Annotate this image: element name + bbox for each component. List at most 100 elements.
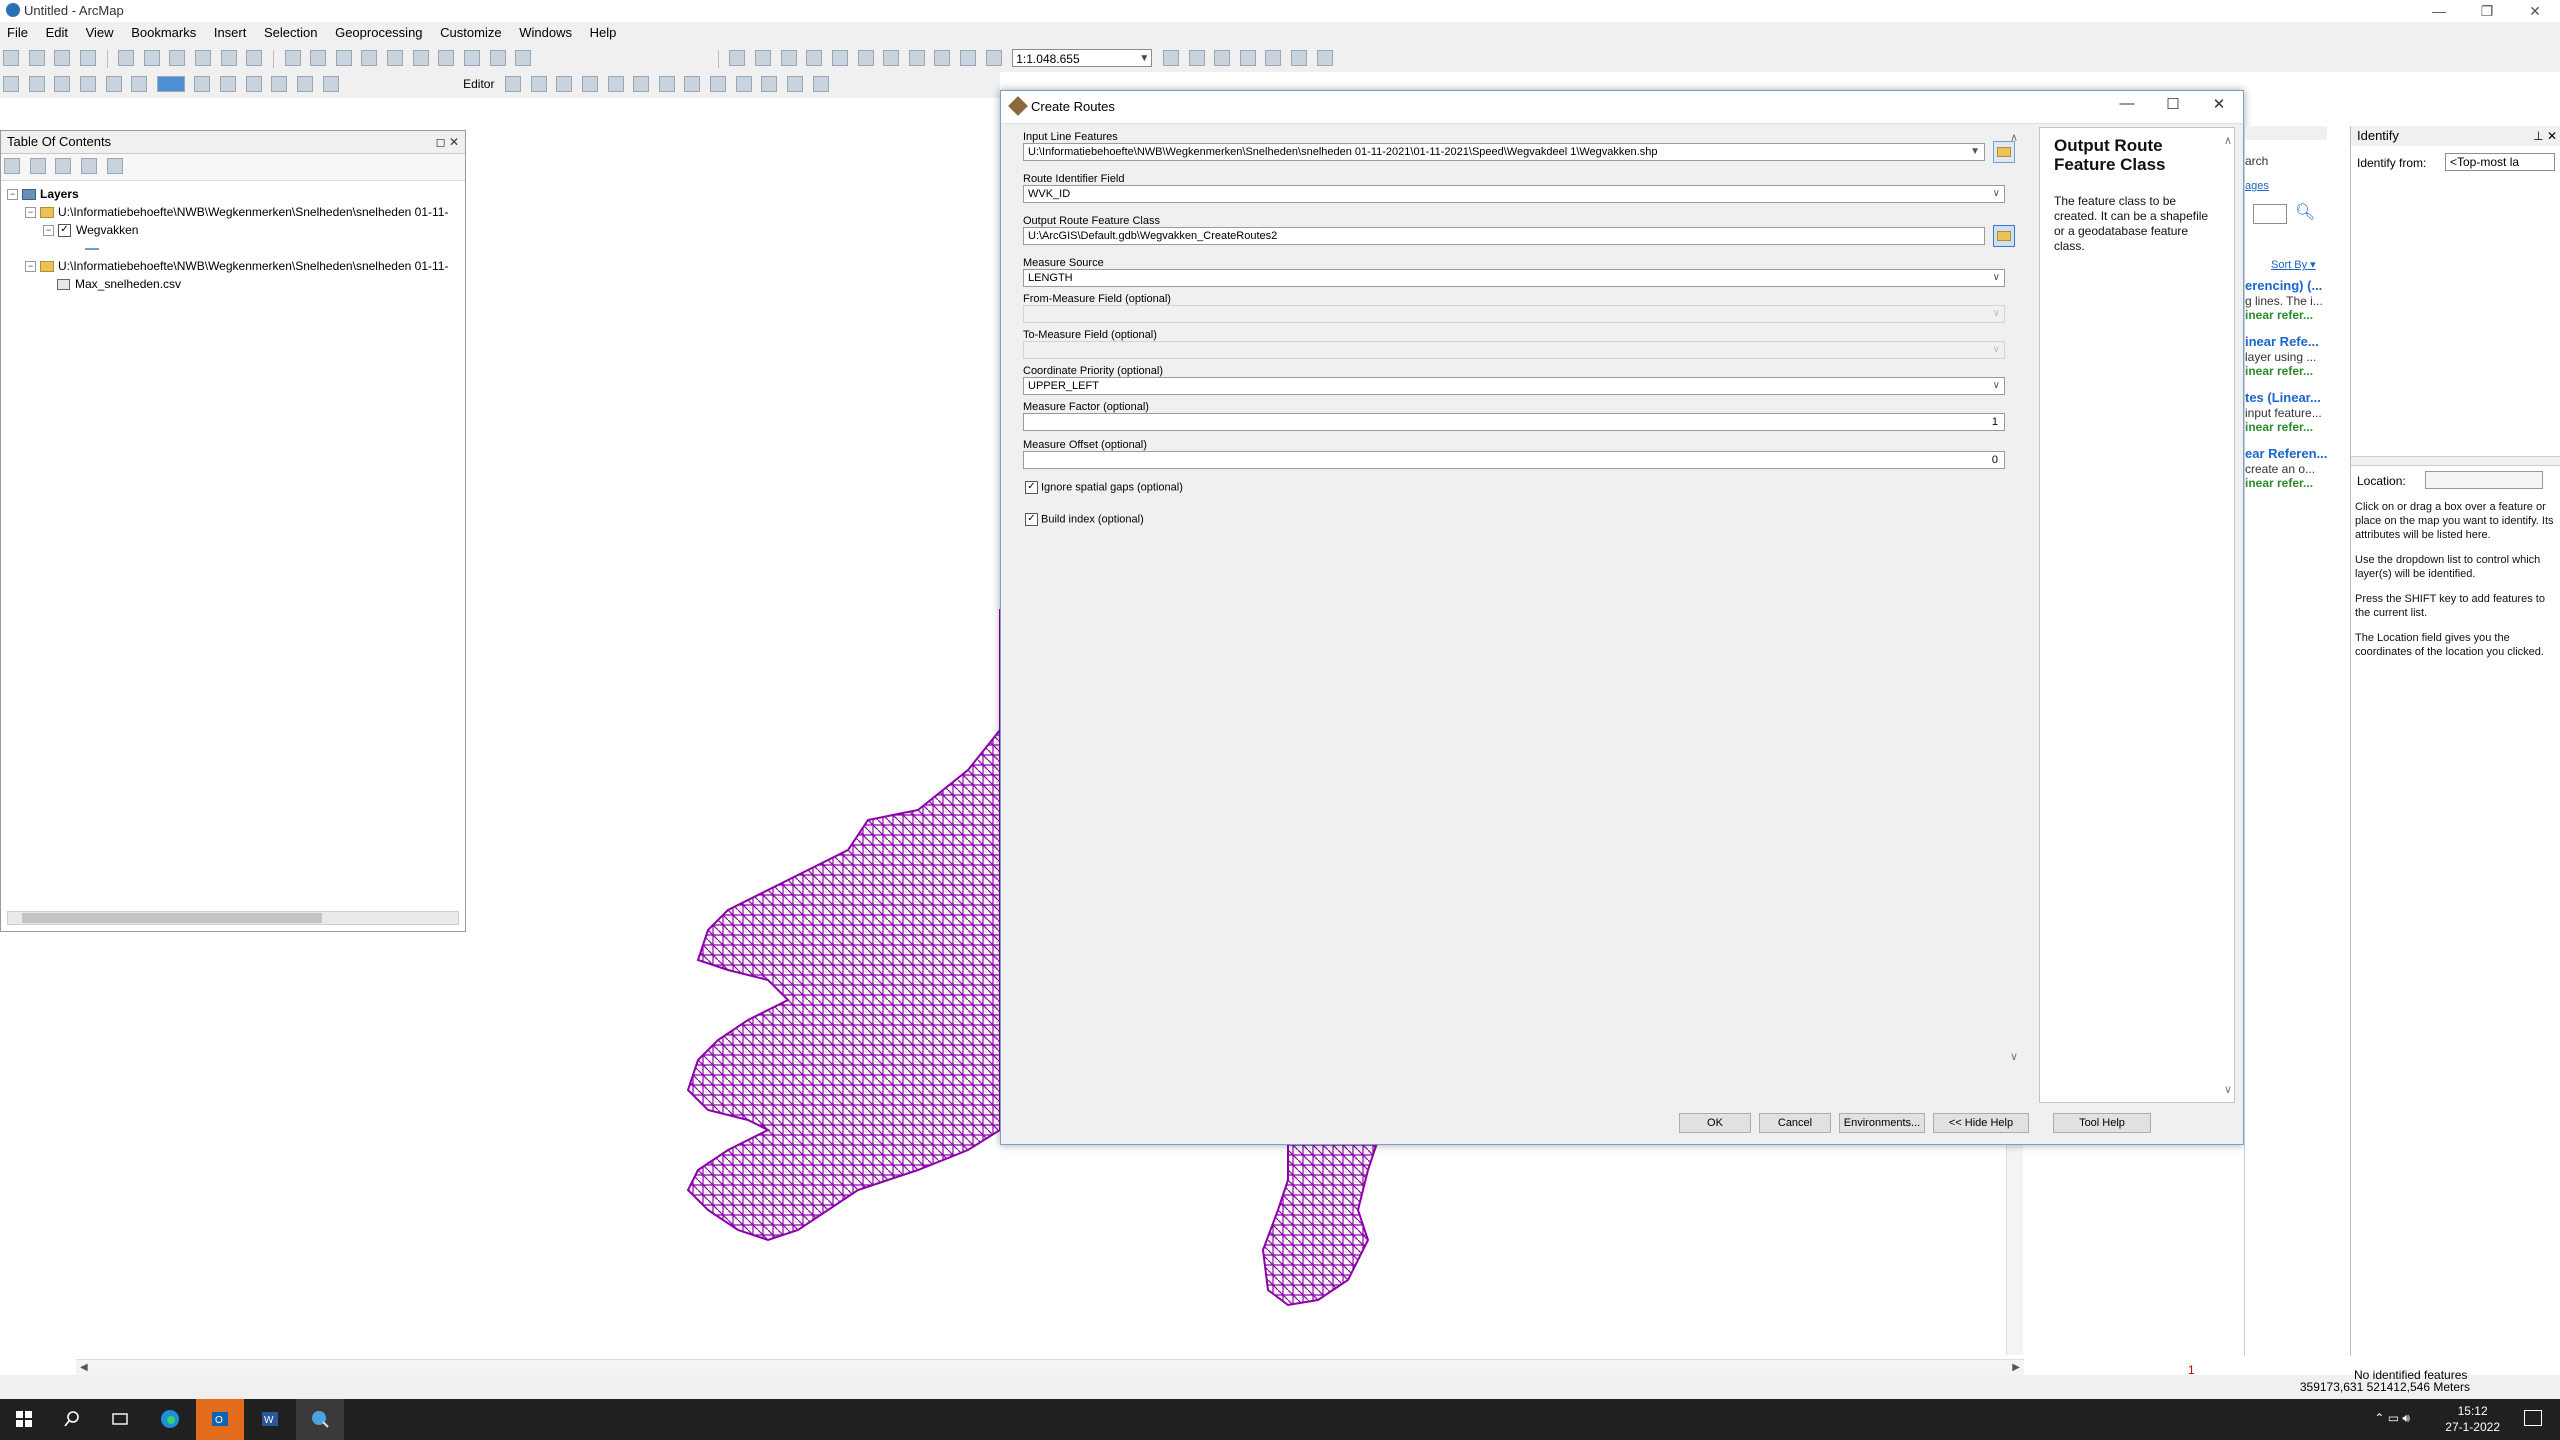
menu-bookmarks[interactable]: Bookmarks [124, 22, 203, 43]
taskbar-edge[interactable] [146, 1399, 194, 1440]
hide-help-button[interactable]: << Hide Help [1933, 1113, 2029, 1133]
layers-root[interactable]: − Layers [7, 185, 459, 203]
taskbar-arcmap[interactable] [296, 1399, 344, 1440]
scroll-up-icon[interactable]: ∧ [2224, 134, 2232, 147]
pan-icon[interactable] [54, 50, 71, 66]
guides-icon[interactable] [322, 76, 339, 92]
system-tray-icons[interactable]: ⌃ ▭ 🔊︎ [2374, 1411, 2410, 1426]
full-extent-icon[interactable] [79, 50, 96, 66]
hyperlink-icon[interactable] [335, 50, 352, 66]
cut-icon[interactable] [831, 50, 848, 66]
add-data-icon[interactable] [985, 50, 1002, 66]
search-link[interactable]: ages [2245, 180, 2327, 192]
measure-offset-input[interactable]: 0 [1023, 451, 2005, 469]
menu-view[interactable]: View [79, 22, 121, 43]
collapse-icon[interactable]: − [43, 225, 54, 237]
search-result-title[interactable]: inear Refe... [2245, 334, 2327, 349]
menu-help[interactable]: Help [583, 22, 624, 43]
to-measure-select[interactable]: ∨ [1023, 341, 2005, 359]
dialog-close-button[interactable]: ✕ [2199, 95, 2239, 113]
undo-icon[interactable] [934, 50, 951, 66]
search-result-title[interactable]: tes (Linear... [2245, 390, 2327, 405]
list-by-source-icon[interactable] [29, 158, 46, 174]
pin-icon[interactable]: ⊥ [2533, 129, 2543, 143]
fixed-zoom-out-icon[interactable] [143, 50, 160, 66]
dialog-minimize-button[interactable]: — [2107, 95, 2147, 112]
environments-button[interactable]: Environments... [1839, 1113, 1925, 1133]
color-picker-icon[interactable] [156, 76, 185, 92]
output-route-input[interactable]: U:\ArcGIS\Default.gdb\Wegvakken_CreateRo… [1023, 227, 1985, 245]
search-window-icon[interactable] [1239, 50, 1256, 66]
reshape-icon[interactable] [684, 76, 701, 92]
menu-file[interactable]: File [0, 22, 35, 43]
collapse-icon[interactable]: − [7, 189, 18, 201]
menu-insert[interactable]: Insert [207, 22, 254, 43]
zoom-out-icon[interactable] [28, 50, 45, 66]
build-index-checkbox[interactable]: ✓ Build index (optional) [1025, 513, 1144, 526]
point-icon[interactable] [633, 76, 650, 92]
catalog-window-icon[interactable] [1214, 50, 1231, 66]
measure-icon[interactable] [387, 50, 403, 66]
select-elements-icon[interactable] [284, 50, 301, 66]
table-item-max-snelheden[interactable]: Max_snelheden.csv [7, 275, 459, 293]
layout-options-icon[interactable] [271, 76, 288, 92]
layout-pan-icon[interactable] [54, 76, 71, 92]
input-line-features-combo[interactable]: U:\Informatiebehoefte\NWB\Wegkenmerken\S… [1023, 143, 1985, 161]
straight-segment-icon[interactable] [556, 76, 573, 92]
ok-button[interactable]: OK [1679, 1113, 1751, 1133]
notification-icon[interactable] [2524, 1410, 2542, 1426]
find-route-icon[interactable] [438, 50, 455, 66]
select-features-icon[interactable] [220, 50, 237, 66]
paste-icon[interactable] [883, 50, 900, 66]
identify-close-icon[interactable]: ✕ [2547, 129, 2557, 143]
focus-data-frame-icon[interactable] [194, 76, 211, 92]
route-identifier-select[interactable]: WVK_ID ∨ [1023, 185, 2005, 203]
task-view-button[interactable] [96, 1399, 144, 1440]
fixed-zoom-in-icon[interactable] [118, 50, 135, 66]
taskbar-outlook[interactable]: O [196, 1399, 244, 1440]
close-button[interactable]: ✕ [2512, 0, 2558, 22]
identify-splitter[interactable] [2351, 456, 2560, 466]
zoom-in-icon[interactable] [3, 50, 19, 66]
taskbar-search-button[interactable] [48, 1399, 96, 1440]
clear-selection-icon[interactable] [246, 50, 263, 66]
attributes-icon[interactable] [786, 76, 803, 92]
toc-close-icon[interactable]: ✕ [449, 135, 459, 149]
trace-icon[interactable] [607, 76, 624, 92]
change-layout-icon[interactable] [220, 76, 236, 92]
menu-geoprocessing[interactable]: Geoprocessing [328, 22, 429, 43]
python-window-icon[interactable] [1291, 50, 1307, 66]
zoom-whole-page-icon[interactable] [79, 76, 96, 92]
measure-factor-input[interactable]: 1 [1023, 413, 2005, 431]
from-measure-select[interactable]: ∨ [1023, 305, 2005, 323]
model-builder-icon[interactable] [1316, 50, 1333, 66]
start-button[interactable] [0, 1399, 48, 1440]
edit-vertices-icon[interactable] [658, 76, 675, 92]
identify-icon[interactable] [310, 50, 327, 66]
collapse-icon[interactable]: − [25, 207, 36, 219]
html-popup-icon[interactable] [361, 50, 378, 66]
menu-customize[interactable]: Customize [433, 22, 508, 43]
open-icon[interactable] [755, 50, 771, 66]
copy-icon[interactable] [857, 50, 874, 66]
go-to-xy-icon[interactable] [463, 50, 480, 66]
list-by-drawing-order-icon[interactable] [4, 158, 20, 174]
endpoint-arc-icon[interactable] [581, 76, 598, 92]
search-result-title[interactable]: erencing) (... [2245, 278, 2327, 293]
toc-horizontal-scrollbar[interactable] [7, 911, 459, 925]
collapse-icon[interactable]: − [25, 261, 36, 273]
toc-float-icon[interactable]: ◻ [436, 135, 446, 149]
delete-icon[interactable] [908, 50, 925, 66]
form-vertical-scrollbar[interactable]: ∧ ∨ [2007, 127, 2023, 1067]
redo-icon[interactable] [960, 50, 976, 66]
dialog-maximize-button[interactable]: ☐ [2153, 95, 2193, 113]
grid-icon[interactable] [296, 76, 313, 92]
source-folder-2[interactable]: − U:\Informatiebehoefte\NWB\Wegkenmerken\… [7, 257, 459, 275]
create-viewer-icon[interactable] [515, 50, 532, 66]
minimize-button[interactable]: — [2416, 0, 2462, 22]
list-by-selection-icon[interactable] [80, 158, 97, 174]
cancel-button[interactable]: Cancel [1759, 1113, 1831, 1133]
checkbox-check-icon[interactable]: ✓ [1025, 513, 1038, 526]
search-result-title[interactable]: ear Referen... [2245, 446, 2327, 461]
menu-selection[interactable]: Selection [257, 22, 324, 43]
